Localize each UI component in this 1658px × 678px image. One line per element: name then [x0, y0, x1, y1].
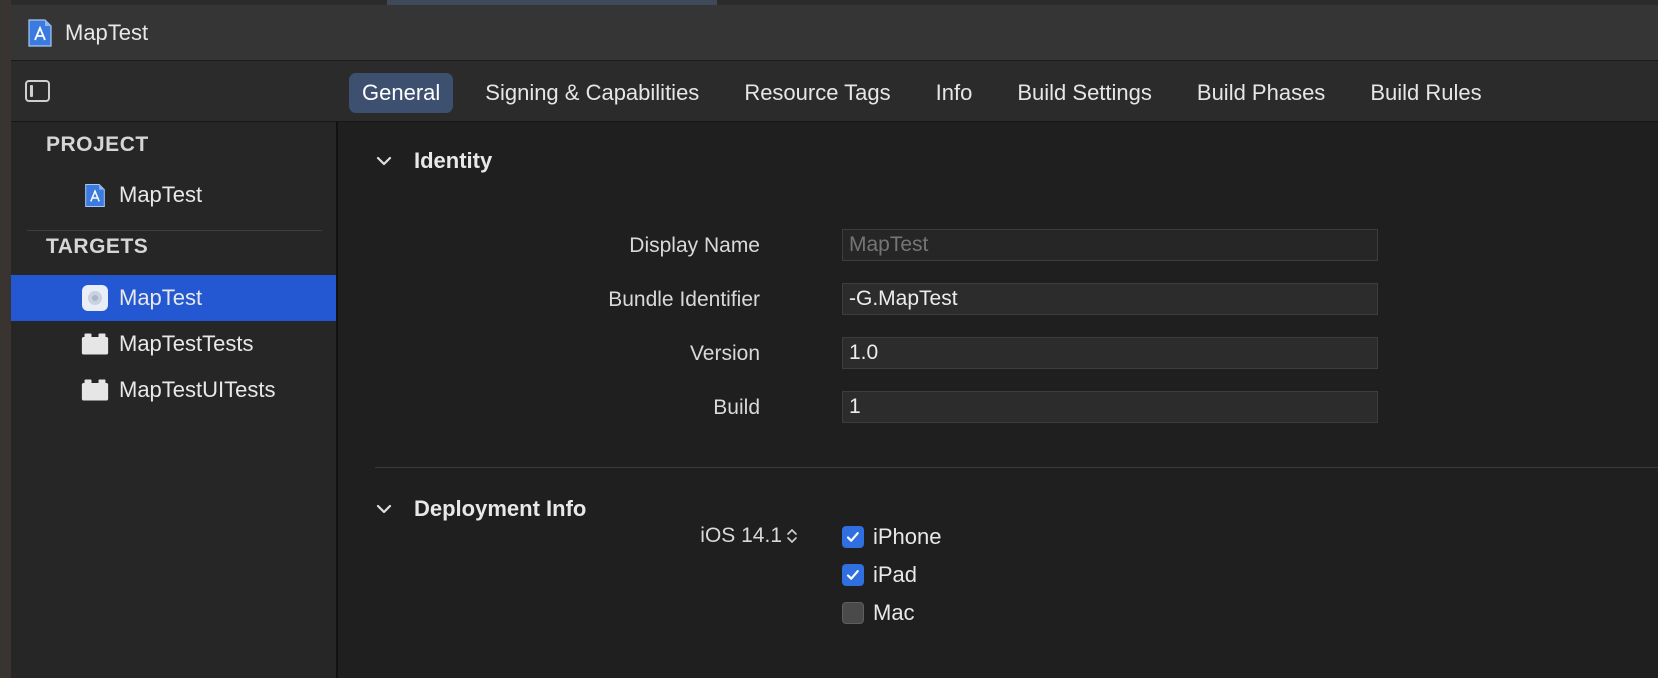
- tab-signing-capabilities[interactable]: Signing & Capabilities: [472, 73, 712, 113]
- identity-section-header[interactable]: Identity: [374, 148, 492, 174]
- sidebar-divider: [27, 230, 322, 231]
- bundle-identifier-field[interactable]: [842, 283, 1378, 315]
- device-iphone-row[interactable]: iPhone: [842, 522, 942, 552]
- test-bundle-icon: [81, 376, 109, 404]
- targets-section-header: TARGETS: [46, 235, 149, 258]
- tab-resource-tags[interactable]: Resource Tags: [731, 73, 903, 113]
- iphone-label: iPhone: [873, 524, 942, 549]
- sidebar-item-project[interactable]: MapTest: [11, 172, 338, 218]
- title-bar: MapTest: [11, 5, 1658, 61]
- window-title: MapTest: [65, 19, 149, 45]
- project-section-header: PROJECT: [46, 133, 149, 156]
- device-mac-row[interactable]: Mac: [842, 598, 915, 628]
- ios-version-popup[interactable]: iOS 14.1: [700, 519, 798, 553]
- bundle-identifier-label: Bundle Identifier: [608, 288, 760, 311]
- sidebar-item-target-maptestuitests[interactable]: MapTestUITests: [11, 367, 338, 413]
- section-divider: [375, 467, 1658, 468]
- app-target-icon: [81, 284, 109, 312]
- iphone-checkbox[interactable]: [842, 526, 864, 548]
- tab-build-settings[interactable]: Build Settings: [1004, 73, 1165, 113]
- version-field[interactable]: [842, 337, 1378, 369]
- xcode-project-icon: [28, 18, 52, 47]
- ipad-label: iPad: [873, 562, 918, 587]
- sidebar-item-label: MapTestTests: [119, 331, 254, 356]
- sidebar-item-label: MapTest: [119, 182, 203, 207]
- ipad-checkbox[interactable]: [842, 564, 864, 586]
- sidebar-item-target-maptesttests[interactable]: MapTestTests: [11, 321, 338, 367]
- display-name-row: Display Name: [338, 229, 1658, 263]
- sidebar-item-label: MapTest: [119, 285, 203, 310]
- section-title: Deployment Info: [414, 496, 587, 521]
- version-row: Version: [338, 337, 1658, 371]
- chevron-down-icon[interactable]: [374, 151, 394, 171]
- sidebar-toggle-icon[interactable]: [25, 80, 50, 102]
- checkmark-icon: [846, 570, 859, 580]
- sidebar-item-target-maptest[interactable]: MapTest: [11, 275, 336, 321]
- mac-label: Mac: [873, 600, 915, 625]
- general-editor: Identity Display Name Bundle Identifier …: [338, 122, 1658, 678]
- editor-toolbar: General Signing & Capabilities Resource …: [11, 61, 1658, 122]
- tab-build-rules[interactable]: Build Rules: [1357, 73, 1494, 113]
- ios-version-label: iOS 14.1: [700, 524, 782, 547]
- tab-general[interactable]: General: [349, 73, 454, 113]
- checkmark-icon: [846, 532, 859, 542]
- display-name-field[interactable]: [842, 229, 1378, 261]
- display-name-label: Display Name: [629, 234, 760, 257]
- build-field[interactable]: [842, 391, 1378, 423]
- chevron-down-icon[interactable]: [374, 499, 394, 519]
- project-target-sidebar: PROJECT MapTest TARGETS MapTest MapTestT…: [11, 122, 338, 678]
- version-label: Version: [689, 342, 760, 365]
- tab-build-phases[interactable]: Build Phases: [1184, 73, 1338, 113]
- deployment-info-section-header[interactable]: Deployment Info: [374, 496, 586, 522]
- section-title: Identity: [414, 148, 493, 173]
- device-ipad-row[interactable]: iPad: [842, 560, 917, 590]
- test-bundle-icon: [81, 330, 109, 358]
- xcode-project-icon: [81, 181, 109, 209]
- bundle-identifier-row: Bundle Identifier: [338, 283, 1658, 317]
- tab-info[interactable]: Info: [923, 73, 986, 113]
- popup-stepper-icon: [787, 528, 797, 544]
- mac-checkbox[interactable]: [842, 602, 864, 624]
- tab-bar: General Signing & Capabilities Resource …: [349, 73, 1514, 113]
- sidebar-item-label: MapTestUITests: [119, 377, 276, 402]
- build-row: Build: [338, 391, 1658, 425]
- build-label: Build: [713, 396, 760, 419]
